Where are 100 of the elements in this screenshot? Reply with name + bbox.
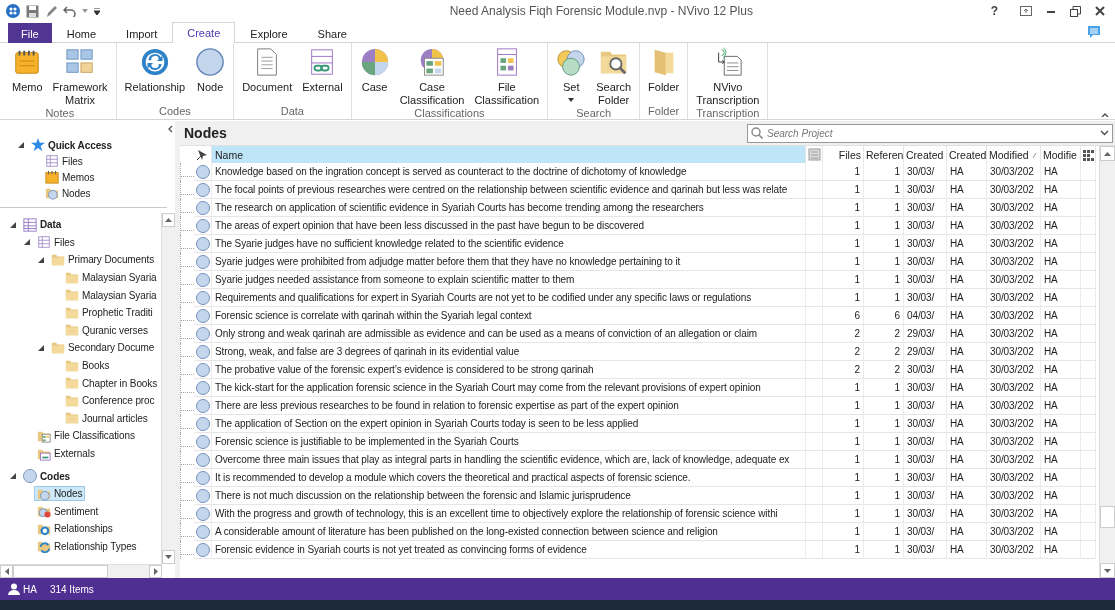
tree-item[interactable]: Data [20,217,65,233]
ribbon-tab[interactable]: Home [51,24,112,43]
tree-item[interactable]: Relationships [34,521,116,537]
tree-item[interactable]: Prophetic Traditi [62,305,156,321]
chevron-down-icon[interactable] [1100,129,1109,136]
scroll-right-icon[interactable] [153,568,158,575]
column-header[interactable]: Created [903,146,947,163]
scroll-up-icon[interactable] [165,218,172,222]
tree-item[interactable]: Nodes [42,185,94,201]
expanded-arrow-icon[interactable] [10,473,16,480]
table-cell: HA [946,414,987,433]
tree-item[interactable]: Codes [20,468,74,484]
column-header[interactable]: Modifie [1040,146,1081,163]
ribbon-tab[interactable]: Import [111,24,173,43]
node-icon [194,307,211,324]
scroll-up-icon[interactable] [1104,151,1111,156]
ribbon-button[interactable]: Case [355,43,394,107]
collapse-ribbon-icon[interactable] [1101,112,1109,117]
ribbon-button[interactable]: NVivo Transcription [692,43,764,107]
close-icon[interactable] [1095,6,1105,16]
expanded-arrow-icon[interactable] [10,221,16,228]
table-cell: HA [1040,216,1081,235]
tree-item[interactable]: Quranic verses [62,322,151,338]
ribbon-tab[interactable]: Create [172,22,236,43]
undo-icon[interactable] [63,5,76,17]
table-cell: 2 [822,342,864,361]
help-button[interactable]: ? [982,4,1006,18]
column-chooser-icon[interactable] [1082,148,1094,161]
table-cell: HA [1040,432,1081,451]
folder-icon [65,323,79,338]
collapse-pane-icon[interactable] [168,125,173,133]
tree-item[interactable]: Journal articles [62,410,151,426]
tree-item[interactable]: Books [62,358,113,374]
tree-item[interactable]: Conference proc [62,393,158,409]
table-cell: 29/03/ [903,324,947,343]
save-icon[interactable] [26,4,39,18]
ribbon-display-icon[interactable] [1020,6,1032,16]
ribbon-button[interactable]: Set [552,43,591,107]
table-cell: 1 [822,163,864,181]
customize-icon[interactable] [94,7,100,15]
ribbon-group-label: Codes [157,105,192,119]
caret-icon[interactable] [82,9,88,13]
tree-item[interactable]: Malaysian Syaria [62,270,160,286]
file-menu-tab[interactable]: File [8,23,52,43]
ribbon-tab[interactable]: Explore [235,24,303,43]
folder-icon [65,358,79,373]
table-cell: 1 [863,396,904,415]
tree-item[interactable]: Malaysian Syaria [62,287,160,303]
scroll-down-icon[interactable] [1104,568,1111,573]
tree-item[interactable]: Sentiment [34,503,102,519]
ribbon-button[interactable]: Document [238,43,297,105]
node-icon [194,235,211,252]
tree-item[interactable]: Externals [34,446,98,461]
table-cell: 30/03/202 [986,414,1041,433]
pen-icon[interactable] [45,4,57,18]
scroll-left-icon[interactable] [4,568,9,575]
table-cell: 1 [822,216,864,235]
tree-item[interactable]: Primary Documents [48,252,158,268]
tree-item[interactable]: Files [34,234,78,250]
column-header[interactable]: Name [211,146,806,163]
tree-item[interactable]: Chapter in Books [62,375,161,391]
ribbon-button[interactable]: Node [191,43,230,105]
ribbon-button[interactable]: Case Classification [395,43,469,107]
expanded-arrow-icon[interactable] [24,239,30,246]
speech-bubble-icon[interactable] [1087,25,1101,39]
tree-item[interactable]: Relationship Types [34,539,140,554]
folder-icon [51,340,65,355]
expanded-arrow-icon[interactable] [38,257,44,263]
pin-icon [195,148,208,161]
ribbon-tab[interactable]: Share [302,24,362,43]
ribbon-button[interactable]: File Classification [470,43,544,107]
ribbon-button[interactable]: External [298,43,347,105]
table-cell: HA [946,270,987,289]
app-logo-icon[interactable] [6,4,20,18]
table-cell: A considerable amount of literature has been published on the long-existed connection between science and religion [211,522,806,541]
expanded-arrow-icon[interactable] [38,344,44,351]
table-cell: 30/03/ [903,288,947,307]
tree-item[interactable]: File Classifications [34,428,138,444]
tree-item[interactable]: Secondary Docume [48,340,158,356]
column-header[interactable]: Created [946,146,987,163]
tree-item[interactable]: Memos [42,169,98,185]
table-cell: 1 [822,378,864,397]
tree-item[interactable]: Quick Access [28,137,116,153]
ribbon-button[interactable]: Relationship [120,43,190,105]
column-header[interactable]: Modified [986,146,1041,163]
ribbon-button[interactable]: Folder [644,43,684,105]
table-cell: The research on application of scientific evidence in Syariah Courts has become trending among the researchers [211,198,806,217]
expanded-arrow-icon[interactable] [18,142,24,148]
tree-item[interactable]: Nodes [34,486,86,502]
ribbon-button[interactable]: Framework Matrix [48,43,112,107]
column-header[interactable]: Files [822,146,864,163]
scroll-down-icon[interactable] [165,555,172,559]
table-cell: 30/03/ [903,216,947,235]
restore-icon[interactable] [1070,5,1081,17]
search-field[interactable]: Search Project [747,123,1113,143]
tree-item[interactable]: Files [42,153,86,169]
ribbon-button[interactable]: Search Folder [592,43,636,107]
node-icon [194,433,211,450]
ribbon-button[interactable]: Memo [8,43,47,107]
column-header[interactable]: Referen [863,146,904,163]
